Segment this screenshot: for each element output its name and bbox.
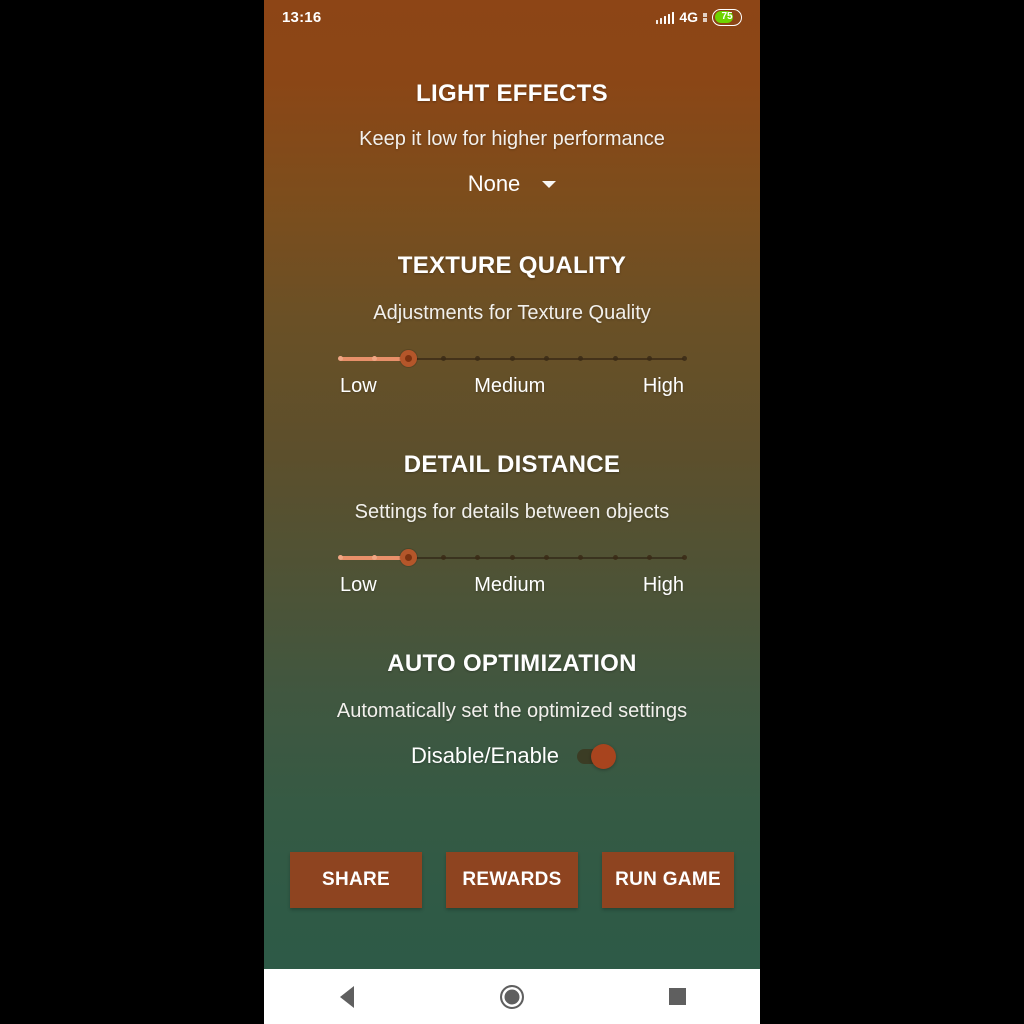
slider-tick[interactable] — [543, 555, 549, 560]
battery-percent-label: 75 — [721, 11, 733, 22]
light-effects-subtitle: Keep it low for higher performance — [359, 128, 665, 150]
slider-tick[interactable] — [681, 555, 687, 560]
detail-distance-title: DETAIL DISTANCE — [403, 451, 621, 478]
slider-tick[interactable] — [440, 356, 446, 361]
android-navigation-bar — [264, 969, 760, 1024]
detail-distance-label-medium: Medium — [474, 574, 546, 596]
section-texture-quality: TEXTURE QUALITY Adjustments for Texture … — [264, 252, 760, 398]
slider-thumb[interactable] — [400, 350, 418, 367]
slider-tick[interactable] — [509, 555, 515, 560]
texture-quality-label-low: Low — [340, 375, 377, 397]
slider-tick[interactable] — [337, 555, 343, 560]
auto-optimization-title: AUTO OPTIMIZATION — [387, 650, 637, 677]
slider-tick[interactable] — [578, 555, 584, 560]
texture-quality-label-medium: Medium — [474, 375, 546, 397]
texture-quality-label-high: High — [642, 375, 684, 397]
slider-tick[interactable] — [337, 356, 343, 361]
slider-tick[interactable] — [578, 356, 584, 361]
nav-home-button[interactable] — [482, 969, 542, 1024]
run-game-button[interactable]: RUN GAME — [602, 852, 734, 908]
status-clock: 13:16 — [282, 8, 322, 26]
data-activity-icon — [703, 12, 707, 22]
back-triangle-icon — [339, 985, 354, 1008]
slider-tick[interactable] — [371, 356, 377, 361]
home-circle-icon — [499, 984, 524, 1009]
slider-tick[interactable] — [647, 555, 653, 560]
slider-tick[interactable] — [475, 356, 481, 361]
detail-distance-label-low: Low — [340, 574, 377, 596]
network-type-label: 4G — [679, 9, 698, 25]
app-content: 13:16 4G 75 LIGHT EFFECTS Keep it low fo… — [264, 0, 760, 969]
slider-tick[interactable] — [440, 555, 446, 560]
slider-tick[interactable] — [681, 356, 687, 361]
action-button-row: SHARE REWARDS RUN GAME — [264, 852, 760, 908]
share-button[interactable]: SHARE — [290, 852, 422, 908]
toggle-knob — [590, 743, 616, 769]
auto-optimization-subtitle: Automatically set the optimized settings — [336, 700, 688, 722]
section-auto-optimization: AUTO OPTIMIZATION Automatically set the … — [264, 650, 760, 769]
recents-square-icon — [668, 988, 686, 1005]
auto-optimization-toggle-row: Disable/Enable — [411, 743, 616, 769]
chevron-down-icon — [542, 180, 557, 188]
detail-distance-slider-labels: Low Medium High — [340, 574, 684, 597]
detail-distance-label-high: High — [642, 574, 684, 596]
slider-tick[interactable] — [371, 555, 377, 560]
phone-screen: 13:16 4G 75 LIGHT EFFECTS Keep it low fo… — [264, 0, 760, 1024]
screenshot-letterbox: 13:16 4G 75 LIGHT EFFECTS Keep it low fo… — [0, 0, 1024, 1024]
status-bar: 13:16 4G 75 — [264, 0, 760, 34]
slider-tick[interactable] — [612, 356, 618, 361]
slider-tick[interactable] — [647, 356, 653, 361]
texture-quality-title: TEXTURE QUALITY — [397, 252, 627, 279]
section-light-effects: LIGHT EFFECTS Keep it low for higher per… — [264, 80, 760, 197]
auto-optimization-toggle[interactable] — [576, 743, 616, 769]
slider-tick[interactable] — [509, 356, 515, 361]
light-effects-dropdown[interactable]: None — [468, 171, 557, 197]
section-detail-distance: DETAIL DISTANCE Settings for details bet… — [264, 451, 760, 597]
texture-quality-slider-labels: Low Medium High — [340, 375, 684, 398]
slider-tick[interactable] — [543, 356, 549, 361]
status-bar-right-group: 4G 75 — [655, 8, 742, 26]
signal-bars-icon — [655, 11, 675, 24]
detail-distance-slider[interactable] — [337, 546, 687, 570]
auto-optimization-toggle-label: Disable/Enable — [411, 743, 559, 768]
rewards-button[interactable]: REWARDS — [446, 852, 578, 908]
nav-back-button[interactable] — [317, 969, 377, 1024]
nav-recents-button[interactable] — [647, 969, 707, 1024]
light-effects-dropdown-value: None — [467, 171, 521, 196]
texture-quality-subtitle: Adjustments for Texture Quality — [373, 302, 651, 324]
light-effects-title: LIGHT EFFECTS — [416, 80, 608, 107]
detail-distance-subtitle: Settings for details between objects — [354, 501, 670, 523]
slider-thumb[interactable] — [400, 549, 418, 566]
slider-tick[interactable] — [475, 555, 481, 560]
battery-icon: 75 — [712, 8, 742, 26]
slider-tick[interactable] — [612, 555, 618, 560]
texture-quality-slider[interactable] — [337, 347, 687, 371]
